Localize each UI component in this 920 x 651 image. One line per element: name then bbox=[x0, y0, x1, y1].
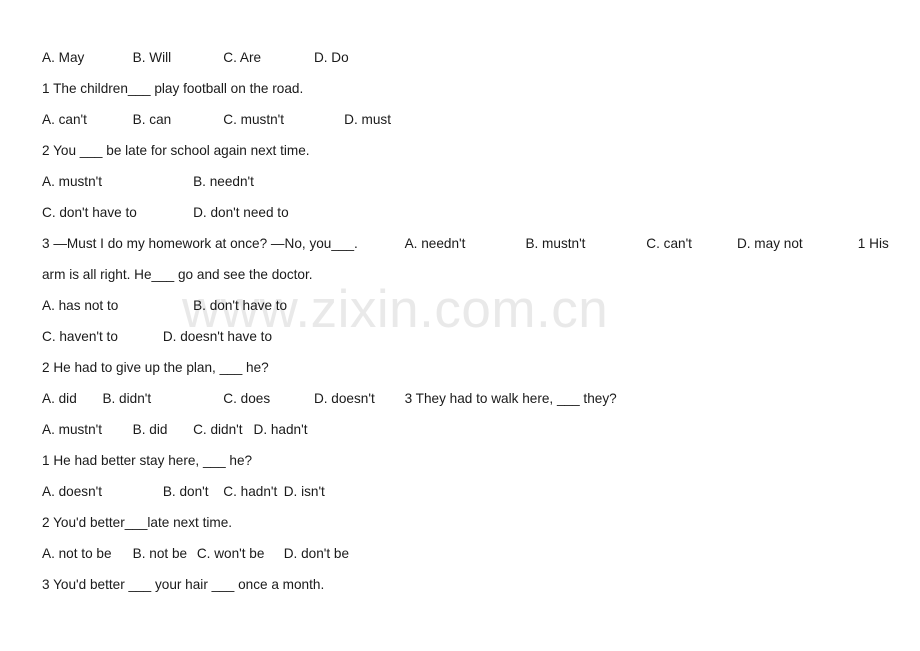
text-line: A. May B. Will C. Are D. Do bbox=[42, 50, 349, 65]
text-line: 2 You ___ be late for school again next … bbox=[42, 143, 310, 158]
text-line: 1 The children___ play football on the r… bbox=[42, 81, 304, 96]
text-line: A. mustn't B. did C. didn't D. hadn't bbox=[42, 422, 308, 437]
text-line: 3 You'd better ___ your hair ___ once a … bbox=[42, 577, 325, 592]
text-line: C. don't have to D. don't need to bbox=[42, 205, 289, 220]
text-line: A. doesn't B. don't C. hadn't D. isn't bbox=[42, 484, 325, 499]
document-body: A. May B. Will C. Are D. Do 1 The childr… bbox=[0, 0, 920, 600]
text-line: A. can't B. can C. mustn't D. must bbox=[42, 112, 391, 127]
text-line: 2 He had to give up the plan, ___ he? bbox=[42, 360, 269, 375]
text-line: A. did B. didn't C. does D. doesn't 3 Th… bbox=[42, 391, 617, 406]
text-line: A. has not to B. don't have to bbox=[42, 298, 288, 313]
text-line: A. mustn't B. needn't bbox=[42, 174, 254, 189]
text-line: A. not to be B. not be C. won't be D. do… bbox=[42, 546, 350, 561]
text-line: 1 He had better stay here, ___ he? bbox=[42, 453, 253, 468]
text-line: 3 —Must I do my homework at once? —No, y… bbox=[42, 236, 893, 282]
document-page: www.zixin.com.cn A. May B. Will C. Are D… bbox=[0, 0, 920, 651]
text-line: C. haven't to D. doesn't have to bbox=[42, 329, 273, 344]
text-line: 2 You'd better___late next time. bbox=[42, 515, 233, 530]
